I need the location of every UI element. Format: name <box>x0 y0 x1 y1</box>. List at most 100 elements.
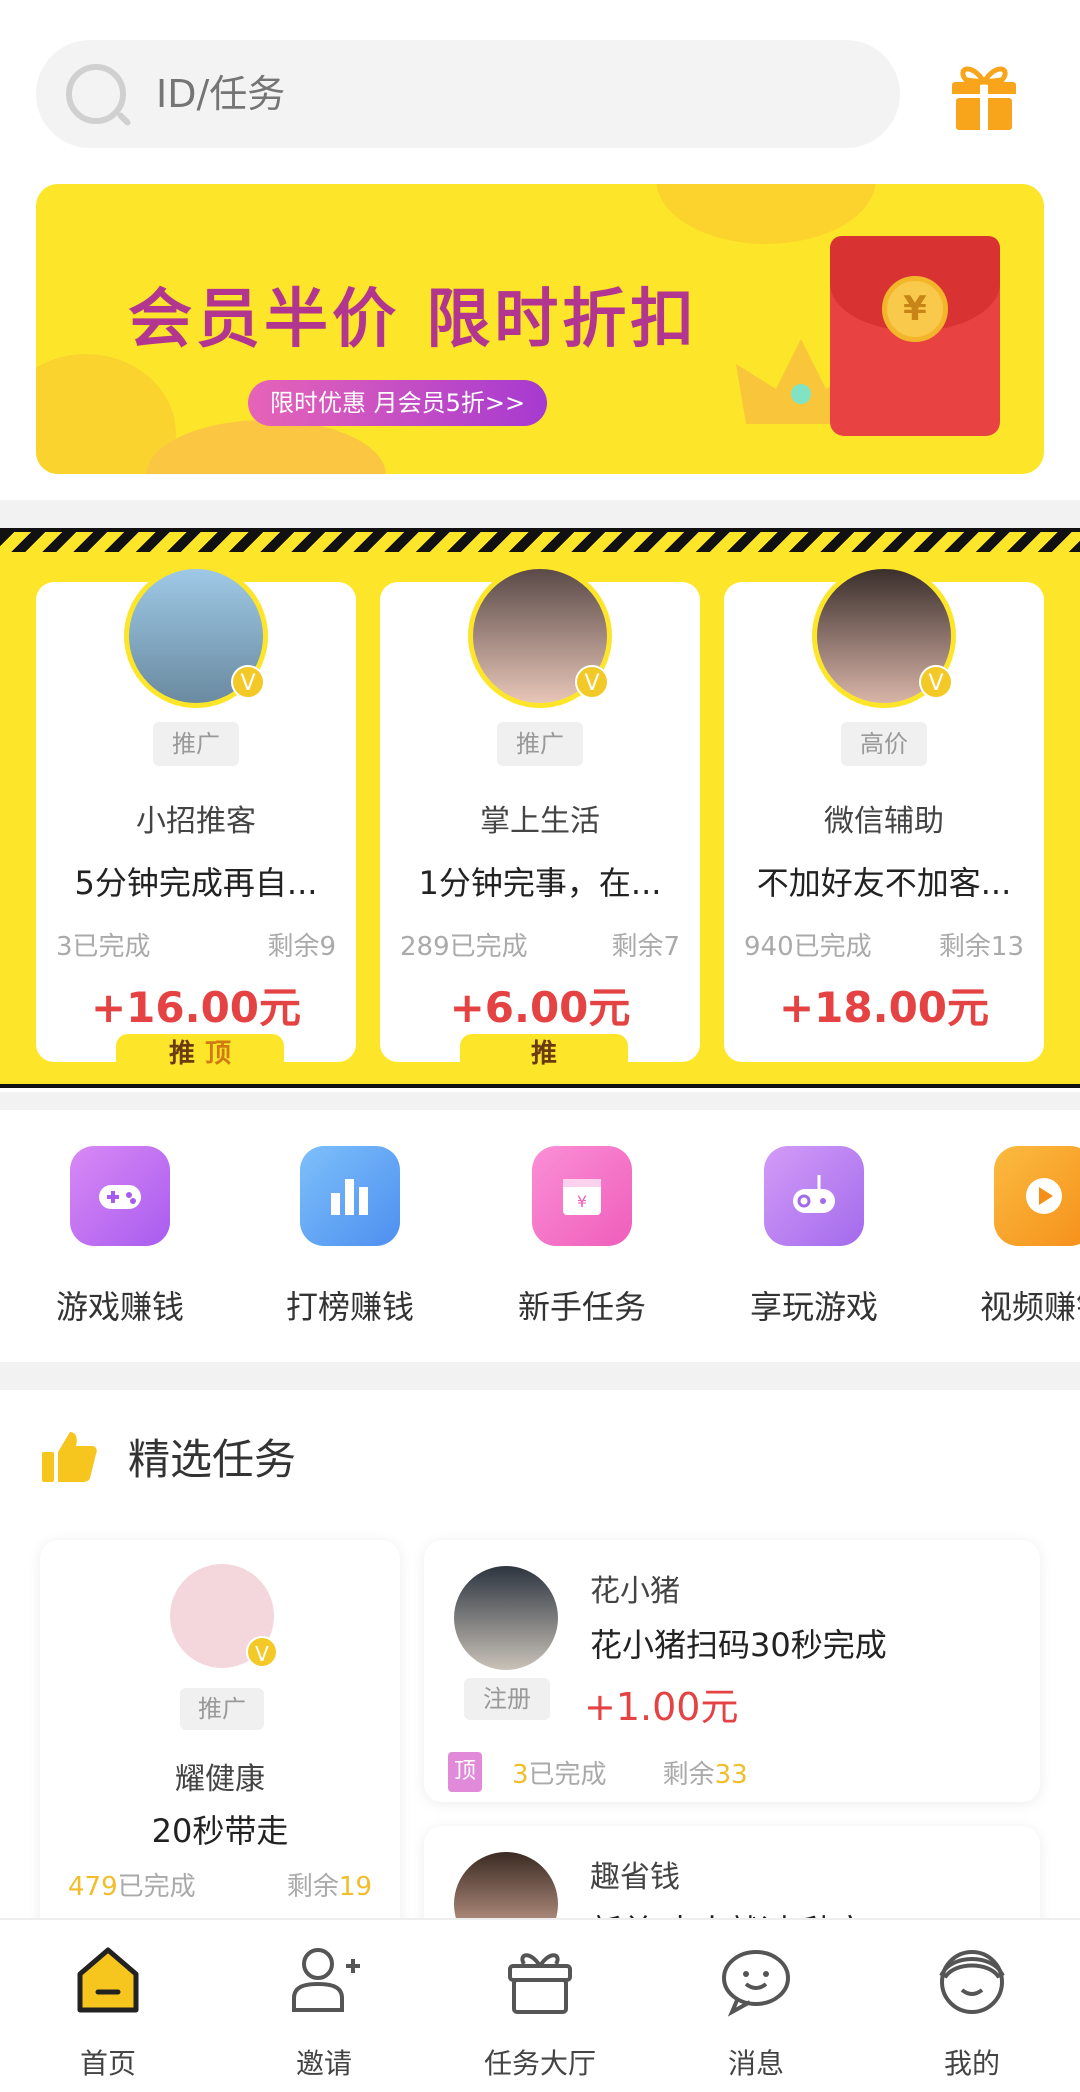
nav-invite[interactable]: 邀请 <box>244 1940 404 2082</box>
invite-user-icon <box>292 1948 360 2012</box>
banner-title: 会员半价 限时折扣 <box>128 283 699 357</box>
top-badge: 顶 <box>448 1752 482 1792</box>
top-task-card[interactable]: V 高价 微信辅助 不加好友不加客... 940已完成 剩余13 +18.00元 <box>724 564 1044 1062</box>
verified-badge-icon: V <box>919 665 953 699</box>
task-name: 花小猪 <box>590 1574 680 1609</box>
avatar: V <box>468 564 612 708</box>
top-task-card[interactable]: V 推广 掌上生活 1分钟完事，在... 289已完成 剩余7 +6.00元 推 <box>380 564 700 1074</box>
task-reward: +16.00元 <box>90 983 302 1032</box>
video-icon <box>994 1146 1080 1246</box>
nav-task-hall[interactable]: 任务大厅 <box>460 1940 620 2082</box>
verified-badge-icon: V <box>246 1636 278 1668</box>
profile-icon <box>939 1950 1005 2014</box>
task-name: 小招推客 <box>136 804 256 839</box>
category-newbie-task[interactable]: ¥ 新手任务 <box>482 1146 682 1328</box>
task-tag: 注册 <box>464 1678 550 1720</box>
category-label: 享玩游戏 <box>749 1288 878 1326</box>
search-bar[interactable] <box>36 40 900 148</box>
section-divider <box>0 1362 1080 1390</box>
search-input[interactable] <box>156 72 756 116</box>
task-description: 花小猪扫码30秒完成 <box>590 1626 887 1664</box>
banner-decoration <box>146 420 386 474</box>
featured-task-card[interactable]: V 推广 耀健康 20秒带走 479已完成 剩余19 <box>40 1540 400 1920</box>
nav-label: 任务大厅 <box>483 2047 596 2080</box>
task-name: 掌上生活 <box>480 804 600 839</box>
stripe-decoration <box>0 532 1080 552</box>
task-reward: +1.00元 <box>584 1685 739 1729</box>
task-list-item[interactable]: 注册 花小猪 花小猪扫码30秒完成 +1.00元 顶 3已完成 剩余33 <box>424 1540 1040 1802</box>
task-list-item[interactable]: 趣省钱 新单 来人就过 秒审❤ <box>424 1826 1040 1920</box>
completed-count: 289已完成 <box>400 932 528 962</box>
nav-profile[interactable]: 我的 <box>892 1940 1052 2082</box>
category-label: 游戏赚钱 <box>55 1288 184 1326</box>
task-hall-icon <box>508 1953 572 2014</box>
remaining-count: 剩余7 <box>611 932 680 962</box>
completed-count: 3已完成 <box>512 1759 607 1790</box>
avatar: V <box>124 564 268 708</box>
search-icon <box>66 64 126 124</box>
task-stats: 289已完成 剩余7 <box>380 926 700 963</box>
coin-icon: ¥ <box>882 276 948 342</box>
red-envelope-icon: ¥ <box>830 236 1000 436</box>
joystick-icon <box>764 1146 864 1246</box>
task-reward: +18.00元 <box>778 983 990 1032</box>
section-header: 精选任务 <box>40 1426 296 1487</box>
home-icon <box>77 1947 139 2013</box>
completed-count: 940已完成 <box>744 932 872 962</box>
message-icon <box>722 1950 790 2017</box>
remaining-count: 剩余33 <box>662 1759 748 1790</box>
top-tasks-carousel[interactable]: V 推广 小招推客 5分钟完成再自... 3已完成 剩余9 +16.00元 推顶… <box>0 528 1080 1088</box>
gift-icon[interactable] <box>948 58 1020 132</box>
task-stats: 顶 3已完成 剩余33 <box>448 1752 748 1792</box>
bar-chart-icon <box>300 1146 400 1246</box>
avatar <box>454 1566 558 1670</box>
nav-home[interactable]: 首页 <box>28 1940 188 2082</box>
task-stats: 3已完成 剩余9 <box>36 926 356 963</box>
bottom-nav: 首页 邀请 任务大厅 消息 我的 <box>0 1918 1080 2092</box>
promo-banner[interactable]: 会员半价 限时折扣 限时优惠 月会员5折>> ¥ <box>36 184 1044 474</box>
category-game-earn[interactable]: 游戏赚钱 <box>20 1146 220 1328</box>
section-title: 精选任务 <box>128 1435 297 1484</box>
remaining-count: 剩余13 <box>938 932 1024 962</box>
avatar <box>454 1852 558 1920</box>
task-description: 5分钟完成再自... <box>74 864 318 902</box>
nav-label: 邀请 <box>295 2047 352 2080</box>
svg-text:¥: ¥ <box>577 1192 587 1211</box>
nav-label: 我的 <box>943 2047 1000 2080</box>
top-label: 顶 <box>205 1039 232 1069</box>
top-task-card[interactable]: V 推广 小招推客 5分钟完成再自... 3已完成 剩余9 +16.00元 推顶 <box>36 564 356 1074</box>
task-name: 耀健康 <box>175 1762 265 1797</box>
remaining-count: 剩余19 <box>286 1872 372 1902</box>
nav-messages[interactable]: 消息 <box>676 1940 836 2082</box>
task-stats: 940已完成 剩余13 <box>724 926 1044 963</box>
completed-count: 3已完成 <box>56 932 151 962</box>
gamepad-icon <box>70 1146 170 1246</box>
task-name: 趣省钱 <box>590 1860 680 1895</box>
category-video-earn[interactable]: 视频赚钱 <box>944 1146 1080 1328</box>
verified-badge-icon: V <box>231 665 265 699</box>
thumbs-up-icon <box>42 1431 97 1482</box>
task-reward: +6.00元 <box>449 983 631 1032</box>
avatar: V <box>170 1564 278 1668</box>
wallet-icon: ¥ <box>532 1146 632 1246</box>
selected-tasks-section: 精选任务 V 推广 耀健康 20秒带走 479已完成 剩余19 注册 花小猪 花… <box>0 1390 1080 1920</box>
task-tag: 推广 <box>497 722 583 766</box>
banner-decoration <box>656 184 876 244</box>
category-label: 视频赚钱 <box>979 1288 1080 1326</box>
category-play-games[interactable]: 享玩游戏 <box>714 1146 914 1328</box>
task-ribbon: 推 <box>460 1034 628 1074</box>
section-divider <box>0 1092 1080 1110</box>
header <box>0 0 1080 170</box>
avatar: V <box>812 564 956 708</box>
nav-label: 消息 <box>727 2047 784 2080</box>
completed-count: 479已完成 <box>68 1872 196 1902</box>
banner-offer-pill[interactable]: 限时优惠 月会员5折>> <box>248 380 548 426</box>
task-description: 不加好友不加客... <box>756 864 1012 902</box>
task-tag: 推广 <box>180 1688 264 1730</box>
task-stats: 479已完成 剩余19 <box>40 1866 400 1903</box>
category-rank-earn[interactable]: 打榜赚钱 <box>250 1146 450 1328</box>
recommend-label: 推 <box>168 1039 195 1069</box>
remaining-count: 剩余9 <box>267 932 336 962</box>
category-label: 新手任务 <box>517 1288 646 1326</box>
task-tag: 推广 <box>153 722 239 766</box>
